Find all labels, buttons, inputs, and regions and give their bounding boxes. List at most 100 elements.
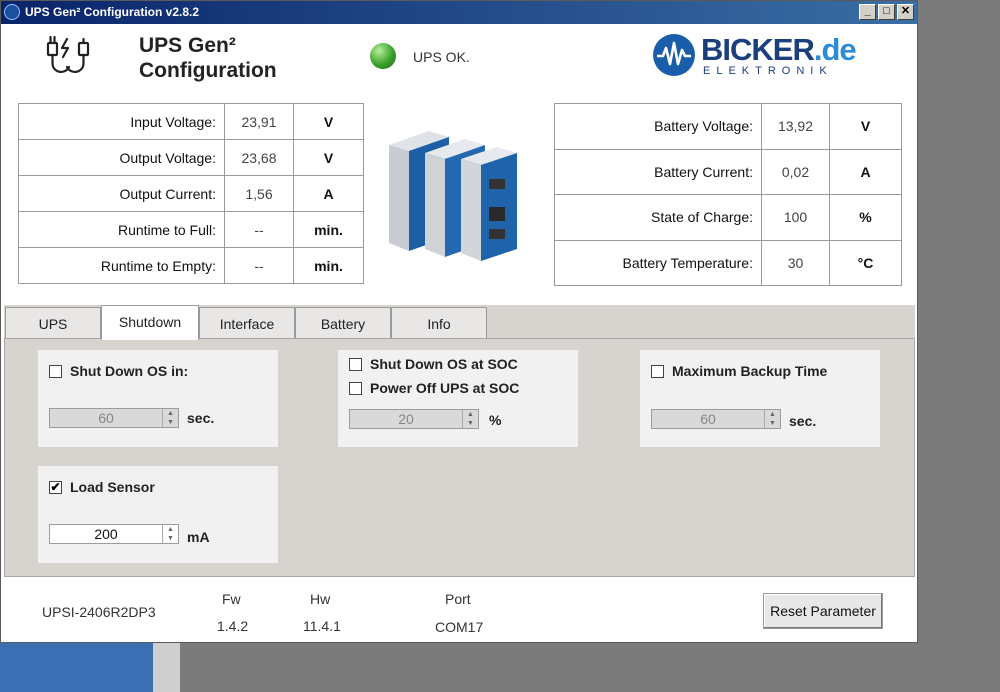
window-title: UPS Gen² Configuration v2.8.2	[25, 5, 200, 19]
unit-cell: V	[293, 103, 364, 140]
shutdown-os-in-value: 60	[98, 410, 114, 426]
table-row: Battery Current: 0,02 A	[554, 148, 902, 195]
table-row: Battery Temperature: 30 °C	[554, 239, 902, 286]
logo-main: BICKER	[701, 32, 815, 67]
logo-wave-icon	[653, 34, 695, 76]
spin-down-icon[interactable]: ▼	[163, 418, 178, 427]
table-row: Runtime to Empty: -- min.	[18, 247, 364, 284]
spin-up-icon[interactable]: ▲	[163, 409, 178, 418]
shutdown-os-in-stepper[interactable]: 60 ▲ ▼	[49, 408, 179, 428]
table-row: Runtime to Full: -- min.	[18, 211, 364, 248]
value-label: Battery Temperature:	[554, 239, 762, 286]
app-window: UPS Gen² Configuration v2.8.2 _ □ ✕ UPS …	[0, 0, 918, 643]
load-sensor-label: Load Sensor	[70, 479, 155, 495]
desktop-taskbar-area	[0, 642, 153, 692]
port-value: COM17	[435, 619, 484, 635]
app-title-line2: Configuration	[139, 59, 277, 82]
unit-cell: V	[829, 103, 902, 150]
value-label: Input Voltage:	[18, 103, 225, 140]
desktop-background	[918, 0, 1000, 692]
max-backup-unit: sec.	[789, 413, 817, 429]
spin-up-icon[interactable]: ▲	[463, 410, 478, 419]
tab-interface[interactable]: Interface	[199, 307, 295, 339]
minimize-button[interactable]: _	[859, 4, 876, 20]
shutdown-os-in-label: Shut Down OS in:	[70, 363, 189, 379]
value-label: Runtime to Empty:	[18, 247, 225, 284]
value-cell: 23,68	[224, 139, 294, 176]
spin-down-icon[interactable]: ▼	[765, 419, 780, 428]
title-bar[interactable]: UPS Gen² Configuration v2.8.2 _ □ ✕	[1, 1, 917, 24]
max-backup-group: Maximum Backup Time 60 ▲ ▼ sec.	[640, 350, 880, 447]
reset-parameter-button[interactable]: Reset Parameter	[763, 593, 883, 629]
hw-value: 11.4.1	[303, 618, 341, 634]
product-image	[389, 131, 517, 261]
max-backup-stepper[interactable]: 60 ▲ ▼	[651, 409, 781, 429]
unit-cell: A	[829, 148, 902, 195]
unit-cell: V	[293, 139, 364, 176]
spin-down-icon[interactable]: ▼	[163, 534, 178, 543]
plug-battery-icon	[46, 35, 90, 73]
spin-up-icon[interactable]: ▲	[765, 410, 780, 419]
soc-group: Shut Down OS at SOC Power Off UPS at SOC…	[338, 350, 578, 447]
bicker-logo: BICKER.de ELEKTRONIK	[653, 32, 863, 78]
value-cell: 0,02	[761, 148, 830, 195]
power-off-at-soc-checkbox[interactable]	[349, 381, 362, 395]
load-sensor-row[interactable]: ✔ Load Sensor	[49, 479, 155, 495]
tab-battery[interactable]: Battery	[295, 307, 391, 339]
model-name: UPSI-2406R2DP3	[42, 604, 156, 620]
spin-up-icon[interactable]: ▲	[163, 525, 178, 534]
value-cell: 13,92	[761, 103, 830, 150]
ups-values-table: Input Voltage: 23,91 V Output Voltage: 2…	[18, 103, 364, 284]
shutdown-os-in-checkbox[interactable]	[49, 364, 62, 378]
max-backup-checkbox[interactable]	[651, 364, 664, 378]
app-icon	[4, 4, 20, 20]
shutdown-os-at-soc-label: Shut Down OS at SOC	[370, 356, 518, 372]
unit-cell: A	[293, 175, 364, 212]
spin-down-icon[interactable]: ▼	[463, 419, 478, 428]
load-sensor-checkbox[interactable]: ✔	[49, 480, 62, 494]
desktop-area	[153, 642, 180, 692]
value-label: Output Voltage:	[18, 139, 225, 176]
tab-ups[interactable]: UPS	[5, 307, 101, 339]
value-label: Battery Current:	[554, 148, 762, 195]
value-label: Battery Voltage:	[554, 103, 762, 150]
power-off-at-soc-row[interactable]: Power Off UPS at SOC	[349, 380, 519, 396]
value-cell: --	[224, 211, 294, 248]
shutdown-os-at-soc-row[interactable]: Shut Down OS at SOC	[349, 356, 518, 372]
value-cell: 1,56	[224, 175, 294, 212]
value-cell: 100	[761, 194, 830, 241]
unit-cell: %	[829, 194, 902, 241]
load-sensor-value: 200	[94, 526, 118, 542]
table-row: Output Voltage: 23,68 V	[18, 139, 364, 176]
max-backup-label: Maximum Backup Time	[672, 363, 828, 379]
status-text: UPS OK.	[413, 49, 470, 65]
table-row: State of Charge: 100 %	[554, 194, 902, 241]
tab-shutdown[interactable]: Shutdown	[101, 305, 199, 340]
max-backup-value: 60	[700, 411, 716, 427]
value-label: Output Current:	[18, 175, 225, 212]
shutdown-os-at-soc-checkbox[interactable]	[349, 357, 362, 371]
tab-info[interactable]: Info	[391, 307, 487, 339]
app-title: UPS Gen² Configuration	[139, 33, 277, 83]
tab-bar: UPS Shutdown Interface Battery Info	[4, 305, 915, 340]
unit-cell: °C	[829, 239, 902, 286]
logo-subtitle: ELEKTRONIK	[703, 65, 833, 77]
close-button[interactable]: ✕	[897, 4, 914, 20]
shutdown-os-in-checkbox-row[interactable]: Shut Down OS in:	[49, 363, 188, 379]
value-cell: 30	[761, 239, 830, 286]
shutdown-os-in-group: Shut Down OS in: 60 ▲ ▼ sec.	[38, 350, 278, 447]
table-row: Battery Voltage: 13,92 V	[554, 103, 902, 150]
unit-cell: min.	[293, 211, 364, 248]
port-label: Port	[445, 591, 471, 607]
max-backup-row[interactable]: Maximum Backup Time	[651, 363, 827, 379]
soc-value: 20	[398, 411, 414, 427]
soc-stepper[interactable]: 20 ▲ ▼	[349, 409, 479, 429]
fw-label: Fw	[222, 591, 241, 607]
shutdown-panel: Shut Down OS in: 60 ▲ ▼ sec. Shut Down OS…	[4, 338, 915, 577]
power-off-at-soc-label: Power Off UPS at SOC	[370, 380, 520, 396]
load-sensor-stepper[interactable]: 200 ▲ ▼	[49, 524, 179, 544]
maximize-button[interactable]: □	[878, 4, 895, 20]
app-title-line1: UPS Gen²	[139, 34, 236, 57]
unit-cell: min.	[293, 247, 364, 284]
shutdown-os-in-unit: sec.	[187, 410, 215, 426]
